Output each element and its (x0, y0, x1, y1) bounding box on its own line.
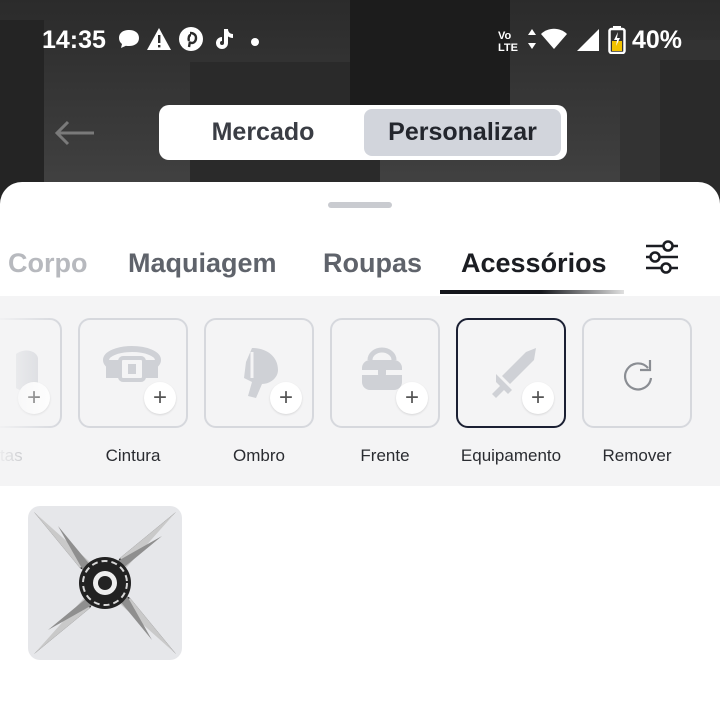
add-icon[interactable]: + (144, 382, 176, 414)
status-bar: 14:35 Vo LTE 40% (0, 0, 720, 80)
subcategory-ombro[interactable]: + Ombro (204, 318, 314, 466)
chat-bubble-icon (116, 26, 142, 57)
subcategory-equipamento[interactable]: + Equipamento (456, 318, 566, 466)
subcategory-frente[interactable]: + Frente (330, 318, 440, 466)
battery-percent: 40% (632, 26, 683, 54)
shuriken-icon (28, 512, 182, 660)
wifi-icon (540, 28, 568, 55)
subcategory-label: Equipamento (460, 446, 562, 465)
scroll-fade (0, 296, 60, 486)
segment-personalizar[interactable]: Personalizar (364, 109, 561, 156)
category-tabs: Corpo Maquiagem Roupas Acessórios (0, 234, 720, 296)
battery-icon (608, 26, 626, 59)
accessory-item[interactable] (28, 506, 182, 660)
dot-icon (250, 34, 260, 52)
subcategory-label: Ombro (233, 446, 285, 465)
tab-roupas[interactable]: Roupas (323, 248, 422, 279)
data-arrows-icon (527, 28, 537, 55)
subcategory-label: Remover (602, 446, 672, 465)
signal-icon (576, 28, 600, 57)
subcategory-label: Cintura (105, 446, 161, 465)
volte-icon: Vo LTE (498, 30, 518, 54)
add-icon[interactable]: + (270, 382, 302, 414)
refresh-icon (620, 358, 656, 399)
add-icon[interactable]: + (522, 382, 554, 414)
tab-acessorios[interactable]: Acessórios (461, 248, 607, 279)
back-arrow-icon[interactable] (54, 120, 96, 151)
customize-sheet: Corpo Maquiagem Roupas Acessórios + stas (0, 182, 720, 719)
active-tab-indicator (440, 290, 624, 294)
sliders-icon[interactable] (644, 240, 680, 279)
status-time: 14:35 (42, 26, 106, 54)
subcategory-cintura[interactable]: + Cintura (78, 318, 188, 466)
subcategory-label: Frente (360, 446, 410, 465)
pinterest-icon (178, 26, 204, 57)
subcategory-strip: + stas + Cintura (0, 296, 720, 486)
subcategory-remover[interactable]: Remover (582, 318, 692, 466)
add-icon[interactable]: + (396, 382, 428, 414)
tab-corpo[interactable]: Corpo (8, 248, 87, 279)
segment-mercado[interactable]: Mercado (163, 109, 363, 156)
sheet-drag-handle[interactable] (328, 202, 392, 208)
mode-toggle: Mercado Personalizar (159, 105, 567, 160)
tiktok-icon (210, 26, 236, 57)
warning-icon (146, 26, 172, 57)
tab-maquiagem[interactable]: Maquiagem (128, 248, 277, 279)
